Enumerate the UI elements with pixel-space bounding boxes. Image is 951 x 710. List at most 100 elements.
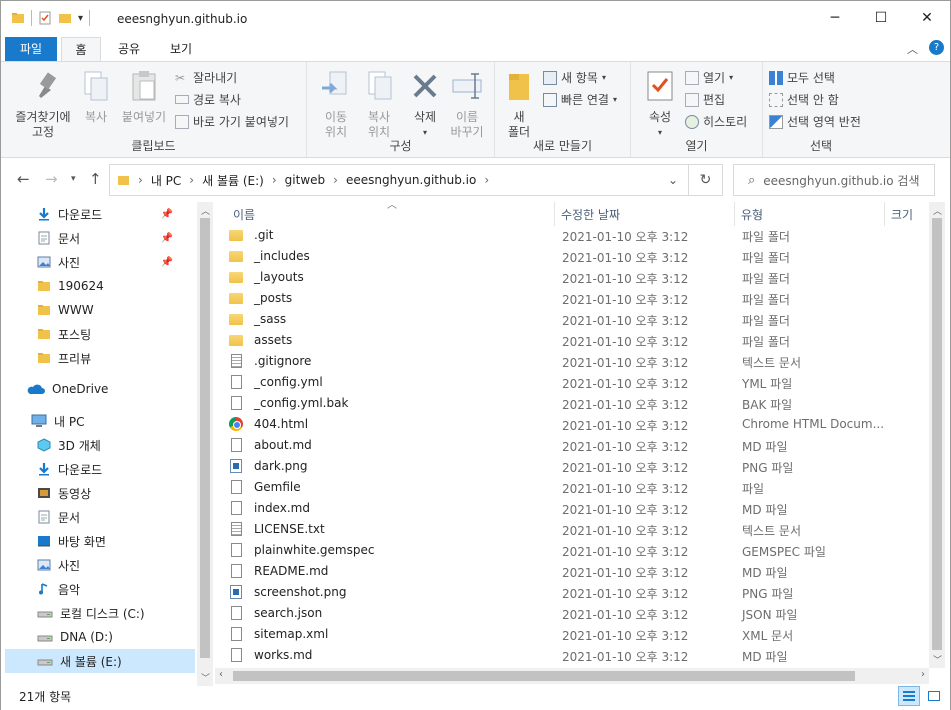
nav-item-quick[interactable]: WWW bbox=[37, 298, 197, 322]
folder-icon[interactable] bbox=[11, 11, 25, 25]
nav-item-quick[interactable]: 190624 bbox=[37, 274, 197, 298]
nav-item-quick[interactable]: 문서 📌 bbox=[37, 226, 197, 250]
paste-shortcut-button[interactable]: 바로 가기 붙여넣기 bbox=[175, 113, 289, 130]
breadcrumb-thispc[interactable]: 내 PC bbox=[151, 172, 181, 189]
customize-toolbar-icon[interactable]: ▾ bbox=[78, 13, 83, 24]
back-arrow-icon[interactable]: ← bbox=[17, 170, 30, 188]
scroll-up-icon[interactable]: ︿ bbox=[933, 204, 942, 217]
column-header-size[interactable]: 크기 bbox=[891, 202, 913, 226]
nav-item-quick[interactable]: 포스팅 bbox=[37, 322, 197, 346]
nav-item-quick[interactable]: 프리뷰 bbox=[37, 346, 197, 370]
tab-file[interactable]: 파일 bbox=[5, 37, 57, 61]
history-button[interactable]: 히스토리 bbox=[685, 113, 747, 130]
copy-path-button[interactable]: 경로 복사 bbox=[175, 91, 241, 108]
file-row[interactable]: _includes 2021-01-10 오후 3:12 파일 폴더 bbox=[229, 246, 889, 267]
file-row[interactable]: _posts 2021-01-10 오후 3:12 파일 폴더 bbox=[229, 288, 889, 309]
column-divider[interactable] bbox=[734, 202, 735, 226]
scroll-down-icon[interactable]: ﹀ bbox=[201, 671, 210, 684]
file-row[interactable]: LICENSE.txt 2021-01-10 오후 3:12 텍스트 문서 bbox=[229, 519, 889, 540]
column-header-type[interactable]: 유형 bbox=[741, 202, 763, 226]
nav-item-pc[interactable]: 동영상 bbox=[37, 481, 197, 505]
collapse-ribbon-icon[interactable]: ︿ bbox=[907, 41, 918, 57]
new-folder-button[interactable]: 새 폴더 bbox=[501, 68, 537, 140]
nav-item-pc[interactable]: 사진 bbox=[37, 553, 197, 577]
file-row[interactable]: .gitignore 2021-01-10 오후 3:12 텍스트 문서 bbox=[229, 351, 889, 372]
copy-to-button[interactable]: 복사 위치 bbox=[357, 68, 401, 140]
maximize-button[interactable]: ☐ bbox=[858, 1, 904, 35]
nav-scrollbar[interactable]: ︿ ﹀ bbox=[197, 202, 213, 686]
scroll-thumb[interactable] bbox=[200, 218, 210, 658]
move-to-button[interactable]: 이동 위치 bbox=[315, 68, 357, 140]
details-view-button[interactable] bbox=[898, 686, 920, 706]
search-input[interactable]: ⌕ eeesnghyun.github.io 검색 bbox=[733, 164, 935, 196]
file-row[interactable]: about.md 2021-01-10 오후 3:12 MD 파일 bbox=[229, 435, 889, 456]
nav-item-quick[interactable]: 다운로드 📌 bbox=[37, 202, 197, 226]
close-button[interactable]: ✕ bbox=[904, 1, 950, 35]
scroll-right-icon[interactable]: › bbox=[921, 669, 925, 680]
breadcrumb-chevron-icon[interactable]: › bbox=[333, 173, 338, 187]
up-arrow-icon[interactable]: ↑ bbox=[89, 170, 102, 188]
column-divider[interactable] bbox=[554, 202, 555, 226]
forward-arrow-icon[interactable]: → bbox=[45, 170, 58, 188]
large-icons-view-button[interactable] bbox=[923, 686, 945, 706]
scroll-up-icon[interactable]: ︿ bbox=[201, 204, 210, 217]
pin-quick-access-button[interactable]: 즐겨찾기에 고정 bbox=[7, 68, 79, 140]
tab-share[interactable]: 공유 bbox=[109, 37, 149, 61]
select-none-button[interactable]: 선택 안 함 bbox=[769, 91, 839, 108]
file-row[interactable]: sitemap.xml 2021-01-10 오후 3:12 XML 문서 bbox=[229, 624, 889, 645]
properties-button[interactable]: 속성 ▾ bbox=[641, 68, 679, 140]
copy-button[interactable]: 복사 bbox=[79, 68, 113, 125]
breadcrumb-volume-e[interactable]: 새 볼륨 (E:) bbox=[202, 172, 264, 189]
new-folder-icon[interactable] bbox=[58, 11, 72, 25]
file-row[interactable]: _config.yml 2021-01-10 오후 3:12 YML 파일 bbox=[229, 372, 889, 393]
content-horizontal-scrollbar[interactable]: ‹ › bbox=[215, 668, 929, 684]
file-row[interactable]: Gemfile 2021-01-10 오후 3:12 파일 bbox=[229, 477, 889, 498]
tab-home[interactable]: 홈 bbox=[61, 37, 101, 61]
nav-item-pc[interactable]: 새 볼륨 (E:) bbox=[5, 649, 195, 673]
refresh-button[interactable]: ↻ bbox=[689, 164, 723, 196]
file-row[interactable]: dark.png 2021-01-10 오후 3:12 PNG 파일 bbox=[229, 456, 889, 477]
breadcrumb-chevron-icon[interactable]: › bbox=[189, 173, 194, 187]
column-header-name[interactable]: 이름 bbox=[233, 202, 255, 226]
paste-button[interactable]: 붙여넣기 bbox=[117, 68, 171, 125]
breadcrumb-chevron-icon[interactable]: › bbox=[138, 173, 143, 187]
edit-button[interactable]: 편집 bbox=[685, 91, 725, 108]
new-item-button[interactable]: 새 항목 ▾ bbox=[543, 69, 606, 86]
breadcrumb-gitweb[interactable]: gitweb bbox=[285, 173, 325, 187]
breadcrumb-chevron-icon[interactable]: › bbox=[272, 173, 277, 187]
tab-view[interactable]: 보기 bbox=[161, 37, 201, 61]
file-row[interactable]: 404.html 2021-01-10 오후 3:12 Chrome HTML Do… bbox=[229, 414, 889, 435]
scroll-thumb[interactable] bbox=[932, 218, 942, 650]
nav-item-quick[interactable]: 사진 📌 bbox=[37, 250, 197, 274]
file-row[interactable]: _sass 2021-01-10 오후 3:12 파일 폴더 bbox=[229, 309, 889, 330]
nav-item-pc[interactable]: 다운로드 bbox=[37, 457, 197, 481]
file-row[interactable]: search.json 2021-01-10 오후 3:12 JSON 파일 bbox=[229, 603, 889, 624]
open-button[interactable]: 열기 ▾ bbox=[685, 69, 733, 86]
file-row[interactable]: _layouts 2021-01-10 오후 3:12 파일 폴더 bbox=[229, 267, 889, 288]
nav-item-pc[interactable]: 문서 bbox=[37, 505, 197, 529]
nav-item-pc[interactable]: 로컬 디스크 (C:) bbox=[37, 601, 197, 625]
help-icon[interactable]: ? bbox=[929, 40, 944, 55]
file-row[interactable]: screenshot.png 2021-01-10 오후 3:12 PNG 파일 bbox=[229, 582, 889, 603]
column-divider[interactable] bbox=[884, 202, 885, 226]
file-row[interactable]: index.md 2021-01-10 오후 3:12 MD 파일 bbox=[229, 498, 889, 519]
content-vertical-scrollbar[interactable]: ︿ ﹀ bbox=[929, 202, 945, 668]
file-row[interactable]: .git 2021-01-10 오후 3:12 파일 폴더 bbox=[229, 225, 889, 246]
nav-item-pc[interactable]: DNA (D:) bbox=[37, 625, 197, 649]
minimize-button[interactable]: ─ bbox=[812, 1, 858, 35]
scroll-down-icon[interactable]: ﹀ bbox=[933, 653, 942, 666]
nav-item-pc[interactable]: 음악 bbox=[37, 577, 197, 601]
recent-locations-icon[interactable]: ▾ bbox=[71, 174, 76, 184]
file-row[interactable]: plainwhite.gemspec 2021-01-10 오후 3:12 GEMS… bbox=[229, 540, 889, 561]
breadcrumb-chevron-icon[interactable]: › bbox=[484, 173, 489, 187]
scroll-thumb[interactable] bbox=[233, 671, 855, 681]
file-row[interactable]: README.md 2021-01-10 오후 3:12 MD 파일 bbox=[229, 561, 889, 582]
nav-item-pc[interactable]: 3D 개체 bbox=[37, 433, 197, 457]
easy-access-button[interactable]: 빠른 연결 ▾ bbox=[543, 91, 617, 108]
breadcrumb-current[interactable]: eeesnghyun.github.io bbox=[346, 173, 476, 187]
column-header-date[interactable]: 수정한 날짜 bbox=[561, 202, 620, 226]
cut-button[interactable]: ✂ 잘라내기 bbox=[175, 69, 237, 86]
rename-button[interactable]: 이름 바꾸기 bbox=[445, 68, 489, 140]
file-row[interactable]: _config.yml.bak 2021-01-10 오후 3:12 BAK 파일 bbox=[229, 393, 889, 414]
nav-item-pc[interactable]: 바탕 화면 bbox=[37, 529, 197, 553]
